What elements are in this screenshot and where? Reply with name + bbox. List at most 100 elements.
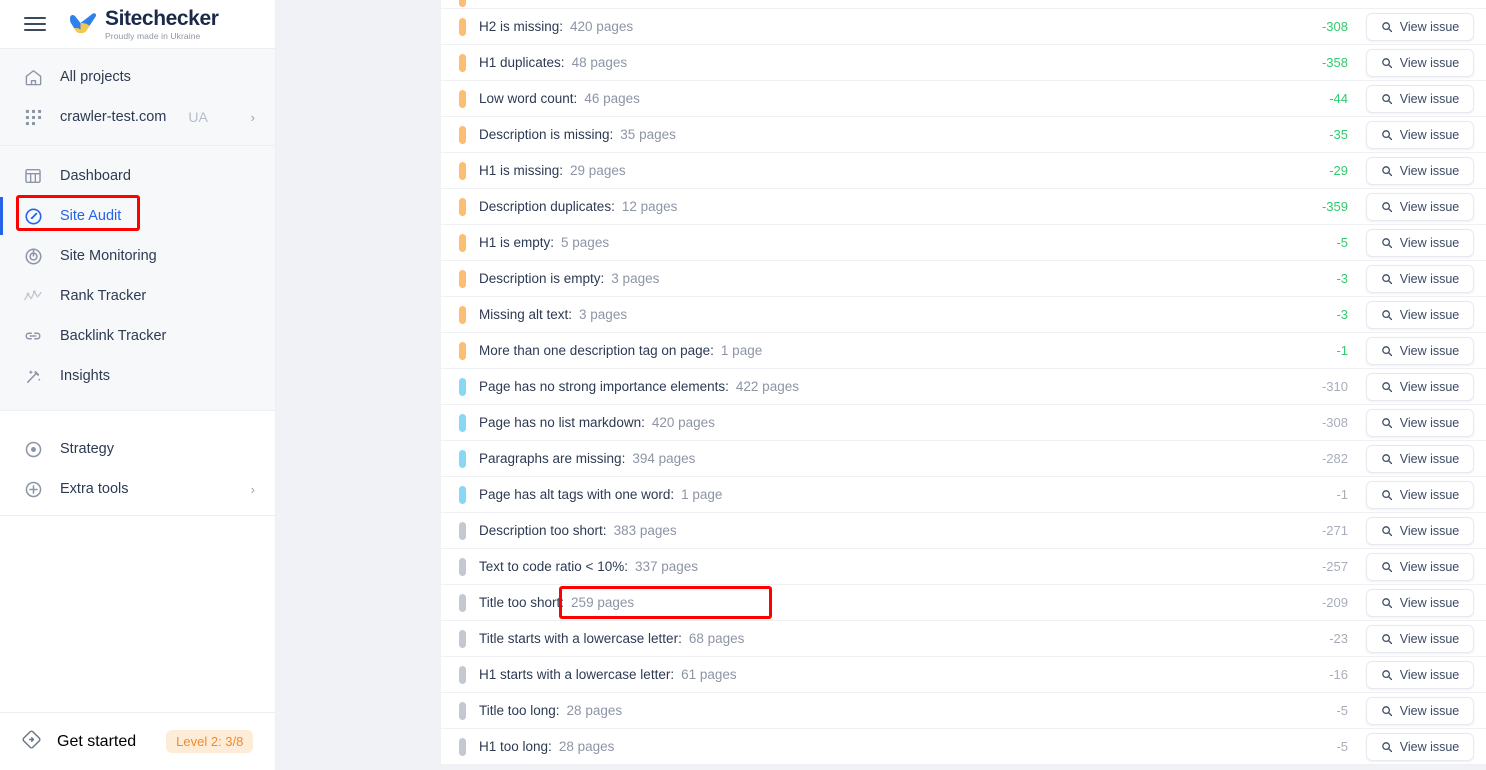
hamburger-menu-icon[interactable] xyxy=(24,16,46,32)
sidebar-item-extra-tools[interactable]: Extra tools › xyxy=(0,469,275,509)
issue-row[interactable]: Title too short: 259 pages -209 View issue xyxy=(441,585,1486,621)
sidebar-item-site-monitoring[interactable]: Site Monitoring xyxy=(0,236,275,276)
search-icon xyxy=(1381,633,1393,645)
severity-marker xyxy=(459,233,466,252)
chevron-right-icon[interactable]: › xyxy=(251,110,255,125)
issue-row[interactable]: Description duplicates: 12 pages -359 View … xyxy=(441,189,1486,225)
sidebar-item-label: Rank Tracker xyxy=(60,288,147,304)
view-issue-button[interactable]: View issue xyxy=(1366,516,1474,545)
sidebar-item-rank-tracker[interactable]: Rank Tracker xyxy=(0,276,275,316)
sidebar-item-all-projects[interactable]: All projects xyxy=(0,57,275,97)
issue-row[interactable]: H1 is empty: 5 pages -5 View issue xyxy=(441,225,1486,261)
severity-marker xyxy=(459,161,466,180)
issue-row[interactable]: H1 too long: 28 pages -5 View issue xyxy=(441,729,1486,765)
sidebar-item-project[interactable]: crawler-test.com UA › xyxy=(0,97,275,137)
chevron-right-icon[interactable]: › xyxy=(251,482,255,497)
view-issue-label: View issue xyxy=(1399,163,1460,178)
view-issue-button[interactable]: View issue xyxy=(1366,552,1474,581)
issue-score: -23 xyxy=(1329,631,1348,646)
speedometer-icon xyxy=(22,205,44,227)
view-issue-label: View issue xyxy=(1399,235,1460,250)
severity-marker xyxy=(459,89,466,108)
issue-row[interactable]: H1 is missing: 29 pages -29 View issue xyxy=(441,153,1486,189)
issue-row[interactable]: Title too long: 28 pages -5 View issue xyxy=(441,693,1486,729)
issue-label: Missing alt text: xyxy=(479,307,573,322)
view-issue-button[interactable]: View issue xyxy=(1366,372,1474,401)
issue-row[interactable]: H1 duplicates: 48 pages -358 View issue xyxy=(441,45,1486,81)
issue-row[interactable] xyxy=(441,0,1486,9)
issue-label: Text to code ratio < 10%: xyxy=(479,559,628,574)
view-issue-button[interactable]: View issue xyxy=(1366,156,1474,185)
view-issue-button[interactable]: View issue xyxy=(1366,12,1474,41)
search-icon xyxy=(1381,417,1393,429)
search-icon xyxy=(1381,201,1393,213)
view-issue-button[interactable]: View issue xyxy=(1366,264,1474,293)
severity-marker xyxy=(459,413,466,432)
sidebar-item-strategy[interactable]: Strategy xyxy=(0,429,275,469)
view-issue-button[interactable]: View issue xyxy=(1366,120,1474,149)
sidebar-header: Sitechecker Proudly made in Ukraine xyxy=(0,0,275,48)
view-issue-button[interactable]: View issue xyxy=(1366,588,1474,617)
get-started-label[interactable]: Get started xyxy=(57,733,136,751)
sidebar-item-dashboard[interactable]: Dashboard xyxy=(0,156,275,196)
search-icon xyxy=(1381,489,1393,501)
view-issue-label: View issue xyxy=(1399,451,1460,466)
sidebar-item-insights[interactable]: Insights xyxy=(0,356,275,396)
severity-marker xyxy=(459,269,466,288)
issue-label: H1 too long: xyxy=(479,739,552,754)
plus-circle-icon xyxy=(22,478,44,500)
view-issue-button[interactable]: View issue xyxy=(1366,732,1474,761)
sidebar-item-backlink-tracker[interactable]: Backlink Tracker xyxy=(0,316,275,356)
issue-row[interactable]: H1 starts with a lowercase letter: 61 pag… xyxy=(441,657,1486,693)
view-issue-button[interactable]: View issue xyxy=(1366,696,1474,725)
grid-dots-icon xyxy=(22,106,44,128)
severity-marker xyxy=(459,521,466,540)
view-issue-button[interactable]: View issue xyxy=(1366,408,1474,437)
project-locale-tag: UA xyxy=(188,109,208,125)
view-issue-button[interactable]: View issue xyxy=(1366,192,1474,221)
issue-score: -3 xyxy=(1336,307,1348,322)
view-issue-button[interactable]: View issue xyxy=(1366,48,1474,77)
issue-row[interactable]: Page has alt tags with one word: 1 page -1… xyxy=(441,477,1486,513)
issue-row[interactable]: Missing alt text: 3 pages -3 View issue xyxy=(441,297,1486,333)
view-issue-button[interactable]: View issue xyxy=(1366,84,1474,113)
view-issue-button[interactable]: View issue xyxy=(1366,444,1474,473)
view-issue-button[interactable]: View issue xyxy=(1366,660,1474,689)
severity-marker xyxy=(459,341,466,360)
issue-label: Description duplicates: xyxy=(479,199,615,214)
sidebar-item-label: Site Monitoring xyxy=(60,248,157,264)
magic-wand-icon xyxy=(22,365,44,387)
issue-score: -16 xyxy=(1329,667,1348,682)
issue-page-count: 1 page xyxy=(681,487,723,502)
issue-row[interactable]: Description is missing: 35 pages -35 View i… xyxy=(441,117,1486,153)
view-issue-label: View issue xyxy=(1399,91,1460,106)
issue-row[interactable]: Text to code ratio < 10%: 337 pages -257 Vi… xyxy=(441,549,1486,585)
sidebar-item-site-audit[interactable]: Site Audit xyxy=(0,196,275,236)
issue-row[interactable]: Title starts with a lowercase letter: 68 … xyxy=(441,621,1486,657)
issue-row[interactable]: Low word count: 46 pages -44 View issue xyxy=(441,81,1486,117)
issue-row[interactable]: H2 is missing: 420 pages -308 View issue xyxy=(441,9,1486,45)
issue-page-count: 12 pages xyxy=(621,199,678,214)
issue-row[interactable]: Page has no strong importance elements: 4… xyxy=(441,369,1486,405)
view-issue-button[interactable]: View issue xyxy=(1366,228,1474,257)
view-issue-button[interactable]: View issue xyxy=(1366,624,1474,653)
issue-row[interactable]: Paragraphs are missing: 394 pages -282 View… xyxy=(441,441,1486,477)
issue-row[interactable]: Description is empty: 3 pages -3 View issue xyxy=(441,261,1486,297)
view-issue-button[interactable]: View issue xyxy=(1366,480,1474,509)
severity-marker xyxy=(459,125,466,144)
view-issue-button[interactable]: View issue xyxy=(1366,336,1474,365)
app-logo[interactable]: Sitechecker Proudly made in Ukraine xyxy=(68,8,219,41)
issue-score: -1 xyxy=(1336,487,1348,502)
sidebar-item-label: Backlink Tracker xyxy=(60,328,167,344)
view-issue-button[interactable]: View issue xyxy=(1366,300,1474,329)
issue-score: -209 xyxy=(1321,595,1348,610)
sidebar-item-label: Site Audit xyxy=(60,208,122,224)
issue-label: Description is empty: xyxy=(479,271,605,286)
search-icon xyxy=(1381,237,1393,249)
severity-marker xyxy=(459,305,466,324)
issue-row[interactable]: More than one description tag on page: 1 … xyxy=(441,333,1486,369)
issue-row[interactable]: Description too short: 383 pages -271 View … xyxy=(441,513,1486,549)
radar-icon xyxy=(22,245,44,267)
issue-row[interactable]: Page has no list markdown: 420 pages -308 V… xyxy=(441,405,1486,441)
sidebar-footer: Get started Level 2: 3/8 xyxy=(0,712,275,770)
